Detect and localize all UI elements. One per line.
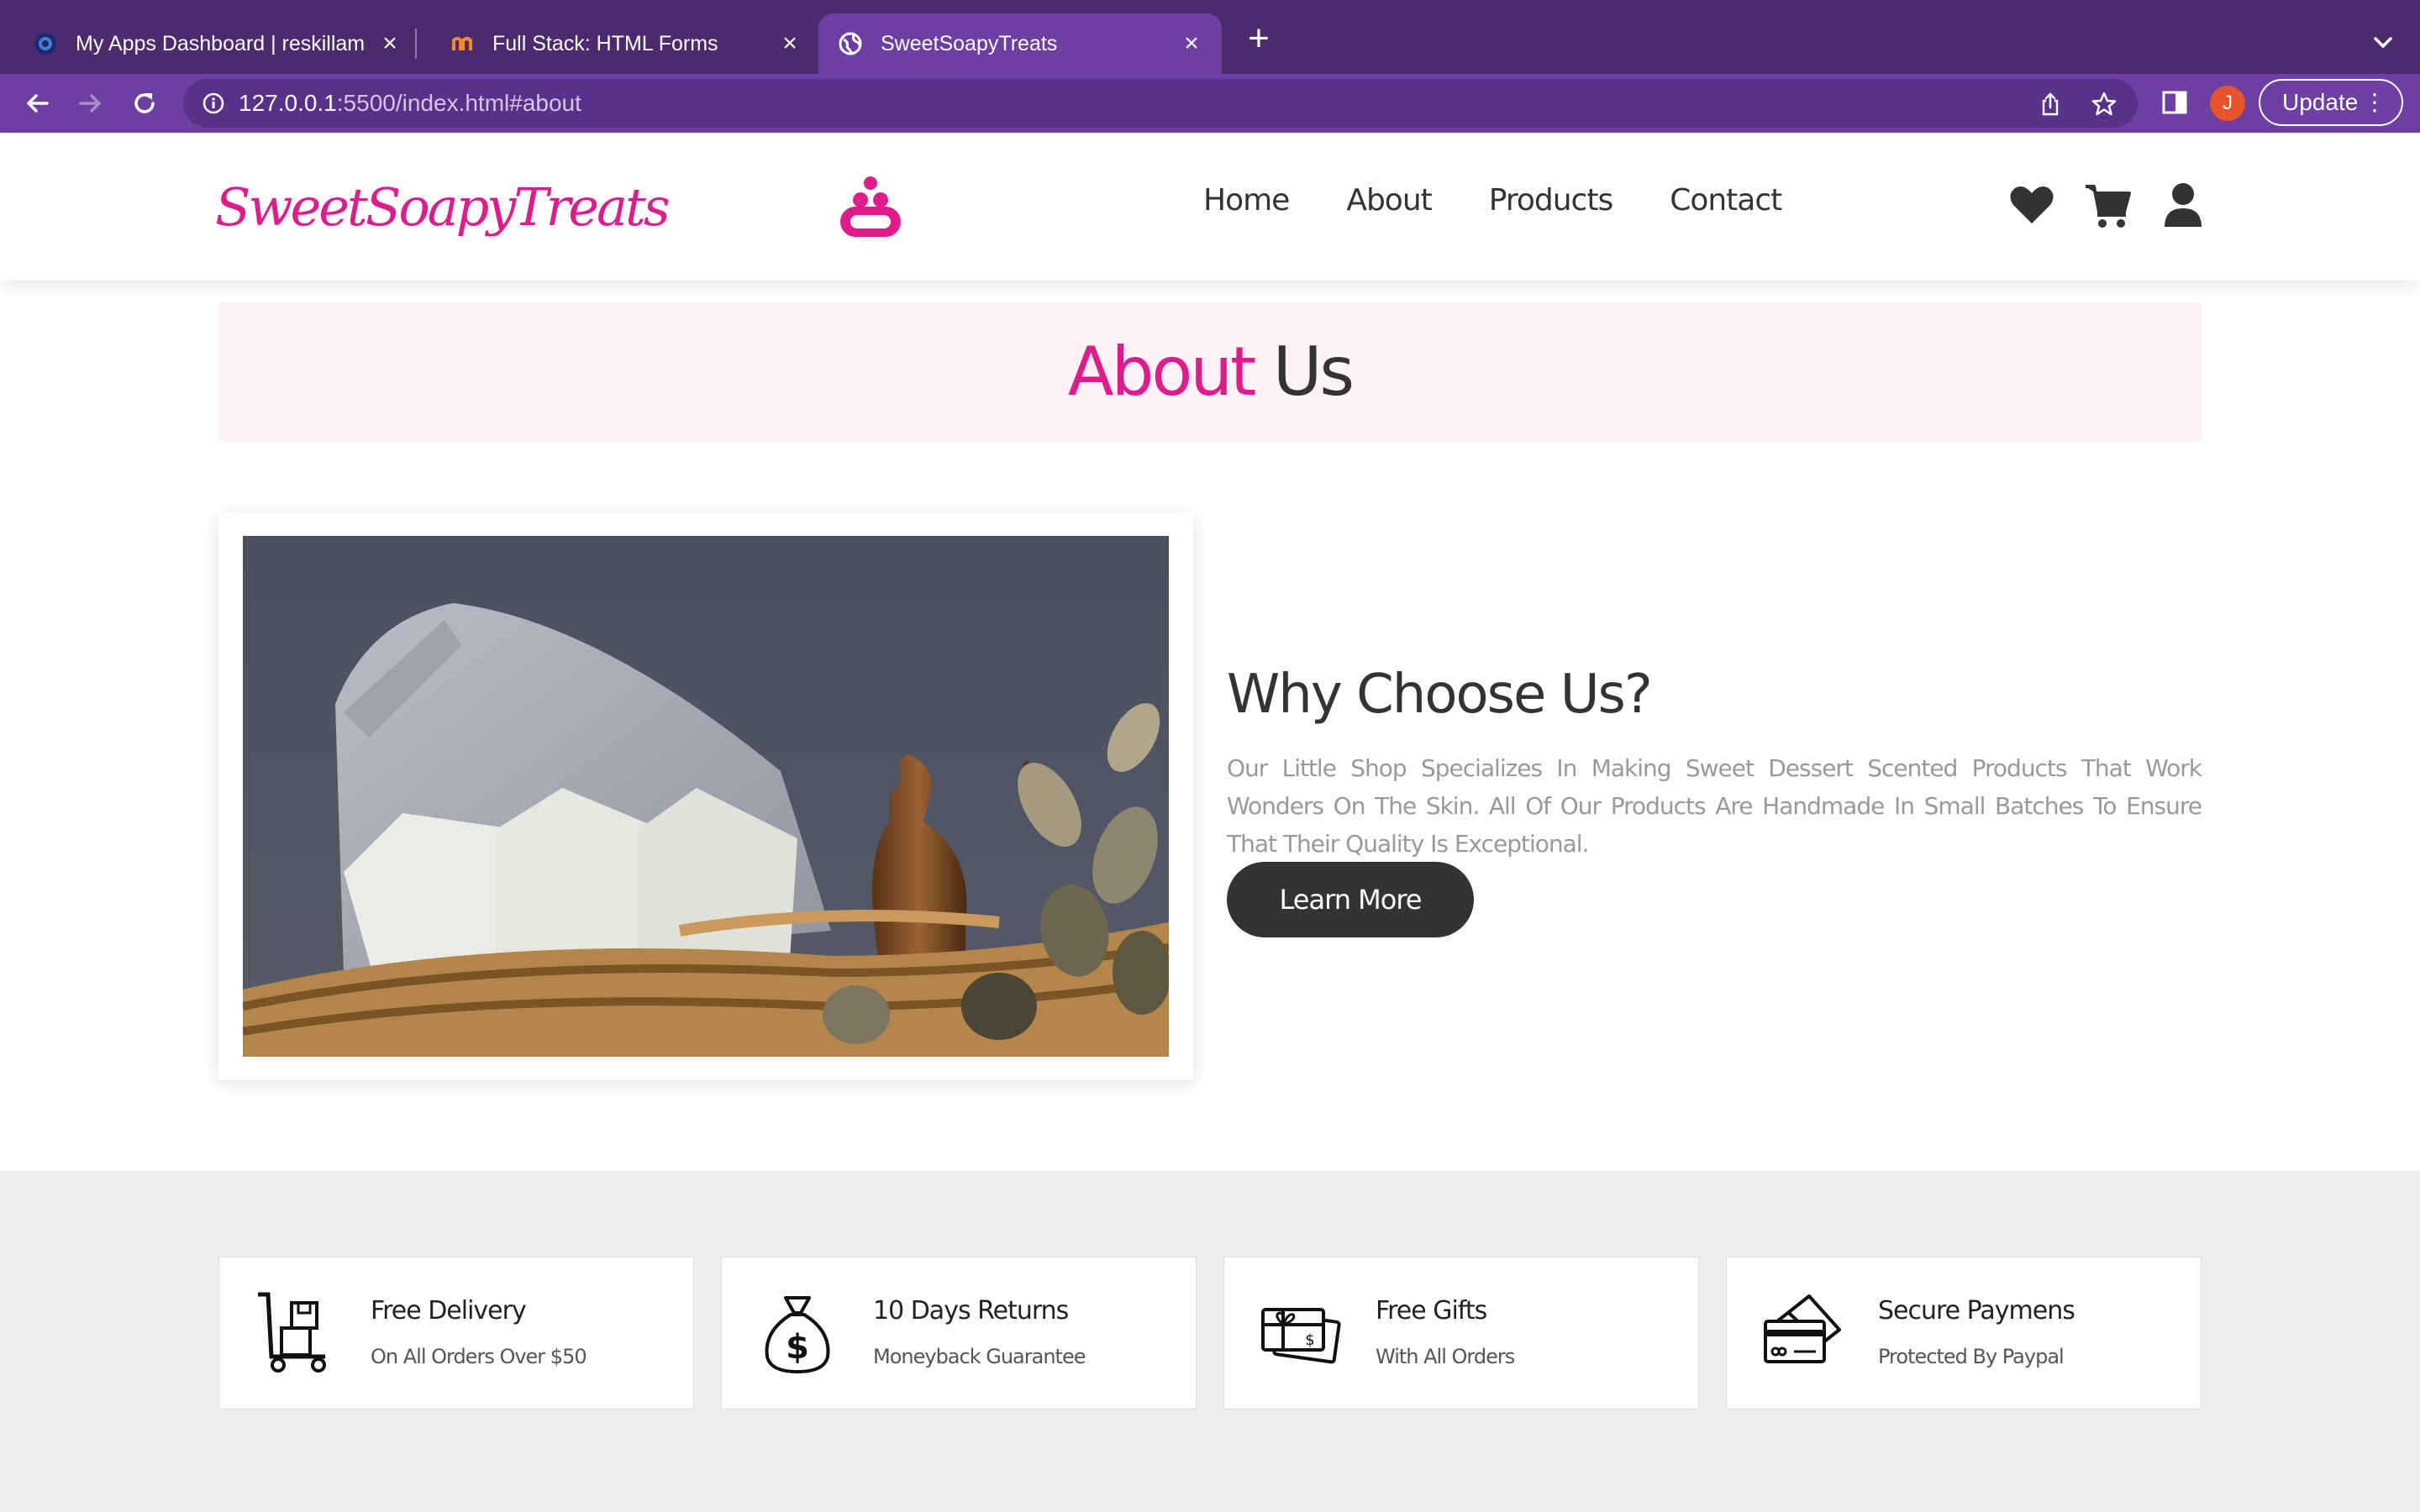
new-tab-button[interactable]: + [1240,20,1277,59]
browser-tab-strip: My Apps Dashboard | reskillam × Full Sta… [0,0,2420,74]
about-heading-highlight: About [1067,333,1257,411]
credit-card-icon [1764,1294,1841,1363]
user-icon[interactable] [2160,181,2207,228]
reload-icon[interactable] [128,87,161,120]
share-icon[interactable] [2037,91,2064,118]
back-arrow-icon[interactable] [20,87,54,120]
why-choose-us-section: Why Choose Us? Our Little Shop Specializ… [1227,664,2202,937]
feature-title: Secure Paymens [1878,1296,2075,1326]
feature-card-delivery: Free Delivery On All Orders Over $50 [218,1257,694,1410]
about-heading-rest: Us [1272,333,1355,411]
svg-text:$: $ [1305,1331,1314,1349]
side-panel-icon[interactable] [2160,87,2190,118]
feature-card-gifts: $ Free Gifts With All Orders [1223,1257,1699,1410]
why-choose-us-text: Our Little Shop Specializes In Making Sw… [1227,754,2202,858]
feature-card-returns: $ 10 Days Returns Moneyback Guarantee [721,1257,1197,1410]
url-path: :5500/index.html#about [336,90,581,116]
tab-close-icon[interactable]: × [1180,31,1203,56]
feature-card-payments: Secure Paymens Protected By Paypal [1726,1257,2202,1410]
nav-products[interactable]: Products [1489,183,1613,218]
about-photo-card [218,512,1193,1080]
update-label: Update [2282,89,2359,115]
soap-basket-photo [243,536,1169,1057]
tab-title: SweetSoapyTreats [881,31,1058,55]
url-host: 127.0.0.1 [239,90,337,116]
nav-about[interactable]: About [1346,183,1432,218]
update-button[interactable]: Update ⋮ [2259,79,2403,126]
tab-sweetsoapytreats[interactable]: SweetSoapyTreats × [818,13,1222,74]
browser-toolbar: 127.0.0.1:5500/index.html#about J Update… [0,74,2420,133]
site-info-icon[interactable] [202,92,225,115]
tab-close-icon[interactable]: × [378,31,402,56]
url-text[interactable]: 127.0.0.1:5500/index.html#about [239,79,581,128]
feature-subtitle: With All Orders [1376,1345,1515,1368]
nav-contact[interactable]: Contact [1670,183,1782,218]
tab-close-icon[interactable]: × [778,31,802,56]
nav-home[interactable]: Home [1203,183,1290,218]
about-heading-banner: About Us [218,302,2202,442]
feature-subtitle: Protected By Paypal [1878,1345,2065,1368]
tab-my-apps-dashboard[interactable]: My Apps Dashboard | reskillam × [0,13,420,74]
bookmark-star-icon[interactable] [2091,91,2118,118]
feature-title: Free Delivery [371,1296,527,1326]
tab-title: My Apps Dashboard | reskillam [76,31,366,55]
learn-more-button[interactable]: Learn More [1227,862,1474,937]
cart-icon[interactable] [2084,181,2131,228]
soap-brand-icon [837,173,904,240]
feature-subtitle: On All Orders Over $50 [371,1345,587,1368]
feature-title: 10 Days Returns [873,1296,1069,1326]
tab-search-chevron-icon[interactable] [2366,25,2400,59]
dashboard-favicon-icon [34,32,57,55]
main-nav: Home About Products Contact [1203,183,1782,218]
delivery-cart-icon [258,1292,326,1373]
site-logo[interactable]: SweetSoapyTreats [215,176,671,238]
heart-icon[interactable] [2008,181,2055,228]
forward-arrow-icon[interactable] [74,87,108,120]
globe-icon [839,32,862,55]
tab-full-stack-html-forms[interactable]: Full Stack: HTML Forms × [417,13,820,74]
address-bar[interactable]: 127.0.0.1:5500/index.html#about [183,79,2138,128]
svg-text:$: $ [786,1328,809,1367]
site-header: SweetSoapyTreats Home About Products Con… [0,133,2420,281]
about-heading: About Us [218,302,2202,442]
gift-card-icon: $ [1261,1308,1341,1364]
why-choose-us-title: Why Choose Us? [1227,664,1653,726]
course-favicon-icon [450,32,474,55]
menu-dots-icon[interactable]: ⋮ [2363,81,2386,124]
tab-title: Full Stack: HTML Forms [492,31,718,55]
feature-title: Free Gifts [1376,1296,1487,1326]
feature-subtitle: Moneyback Guarantee [873,1345,1086,1368]
features-section: Free Delivery On All Orders Over $50 $ 1… [0,1171,2420,1512]
profile-avatar[interactable]: J [2210,86,2245,121]
money-bag-icon: $ [765,1296,830,1374]
